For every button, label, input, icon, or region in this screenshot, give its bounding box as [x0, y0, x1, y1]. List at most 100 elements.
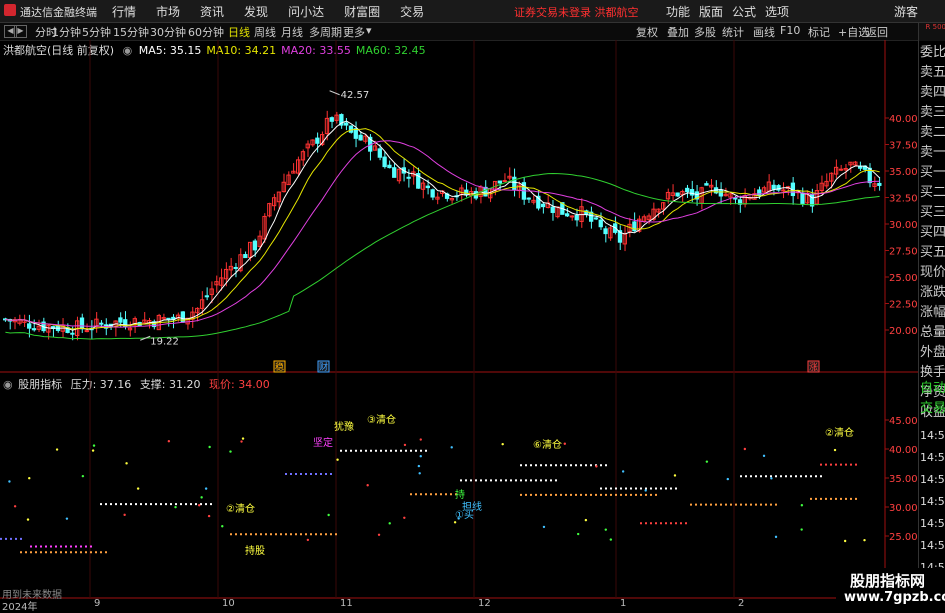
indicator-label-4: 持股 — [245, 544, 265, 557]
main-tick-5: 27.50 — [889, 247, 918, 258]
quote-field-3[interactable]: 卖三 — [920, 103, 945, 123]
indicator-dot — [762, 454, 766, 458]
candle-body — [377, 148, 382, 158]
candle-body — [348, 125, 354, 133]
candle-body — [406, 176, 411, 179]
quote-field-13[interactable]: 涨幅 — [920, 303, 945, 323]
candle-body — [502, 180, 507, 183]
indicator-dot — [388, 522, 391, 525]
indicator-dot — [204, 487, 208, 490]
candle-body — [598, 219, 603, 228]
ind-tick-1: 40.00 — [889, 445, 918, 456]
indicator-label-9: 担线 — [462, 500, 482, 513]
candle-body — [118, 317, 123, 323]
indicator-dot — [800, 528, 803, 531]
indicator-dot — [403, 516, 406, 519]
candle-body — [675, 192, 680, 197]
quote-field-2[interactable]: 卖四 — [920, 83, 945, 103]
ind-tick-4: 25.00 — [889, 532, 918, 543]
quote-field-11[interactable]: 现价 — [920, 263, 945, 283]
quote-field-5[interactable]: 卖一 — [920, 143, 945, 163]
ind-tick-2: 35.00 — [889, 474, 918, 485]
x-tick-5: 1 — [620, 598, 627, 609]
indicator-dot — [366, 484, 369, 487]
candle-body — [166, 317, 171, 320]
candle-body — [733, 197, 738, 200]
candle-body — [99, 322, 104, 325]
quote-field-9[interactable]: 买四 — [920, 223, 945, 243]
event-tag-0: 稳 — [275, 361, 284, 373]
indicator-label-2: 犹豫 — [334, 420, 354, 433]
indicator-dot — [167, 440, 171, 443]
indicator-label-1: 坚定 — [313, 436, 333, 449]
indicator-dot — [542, 525, 546, 529]
indicator-dot — [26, 518, 30, 521]
indicator-dot — [377, 533, 381, 536]
indicator-dot — [584, 518, 588, 522]
indicator-dot — [576, 532, 580, 536]
auto-trade-1[interactable]: 交易 — [920, 399, 945, 419]
x-tick-6: 2 — [738, 598, 745, 609]
indicator-label-0: ②清仓 — [226, 502, 255, 515]
candle-body — [315, 137, 320, 144]
app-window: 通达信金融终端 行情 市场 资讯 发现 问小达 财富圈 交易 证券交易未登录 洪都航空 功能… — [0, 0, 945, 613]
candle-body — [27, 323, 32, 329]
indicator-label-8: 持 — [455, 488, 465, 501]
indicator-dot — [136, 487, 140, 490]
candle-body — [800, 192, 805, 204]
quote-field-12[interactable]: 涨跌 — [920, 283, 945, 303]
quote-field-8[interactable]: 买三 — [920, 203, 945, 223]
indicator-dot — [770, 477, 773, 480]
indicator-dot — [604, 528, 607, 531]
indicator-dot — [65, 517, 69, 520]
indicator-dot — [833, 448, 837, 452]
candle-body — [84, 330, 89, 333]
indicator-dot — [327, 513, 330, 517]
high-leader — [329, 90, 340, 96]
candle-body — [233, 266, 238, 269]
trade-time-2: 14:56 — [920, 473, 945, 486]
quote-field-1[interactable]: 卖五 — [920, 63, 945, 83]
indicator-dot — [863, 538, 866, 542]
indicator-dot — [403, 443, 407, 447]
quote-field-6[interactable]: 买一 — [920, 163, 945, 183]
quote-field-15[interactable]: 外盘 — [920, 343, 945, 363]
x-tick-3: 11 — [340, 598, 353, 609]
candle-body — [771, 184, 776, 190]
main-tick-6: 25.00 — [889, 273, 918, 284]
indicator-dot — [81, 474, 85, 478]
indicator-dot — [92, 444, 96, 447]
indicator-dot — [240, 440, 243, 443]
event-tag-1: 财 — [319, 361, 328, 373]
indicator-dot — [55, 448, 59, 451]
candle-body — [382, 156, 387, 168]
indicator-dot — [229, 450, 232, 453]
indicator-label-3: ③清仓 — [367, 413, 396, 426]
event-tag-2: 涨 — [809, 362, 818, 373]
candle-body — [689, 189, 695, 196]
indicator-dot — [595, 465, 598, 468]
indicator-dot — [673, 474, 677, 477]
x-tick-0: 2024年 — [2, 602, 38, 613]
indicator-dot — [13, 505, 17, 508]
indicator-dot — [8, 480, 11, 483]
quote-field-0[interactable]: 委比 — [920, 43, 945, 63]
candle-body — [540, 203, 546, 208]
indicator-dot — [743, 447, 747, 451]
indicator-dot — [200, 496, 203, 499]
candle-body — [704, 183, 709, 186]
candle-body — [430, 189, 435, 198]
low-price-label: 19.22 — [150, 336, 179, 347]
quote-field-4[interactable]: 卖二 — [920, 123, 945, 143]
kline-chart[interactable]: ②清仓坚定犹豫③清仓持股①买⑥清仓②清仓持担线 40.0037.5035.003… — [0, 0, 918, 609]
main-tick-7: 22.50 — [889, 300, 918, 311]
quote-field-14[interactable]: 总量 — [920, 323, 945, 343]
candle-body — [425, 185, 430, 189]
candle-body — [569, 215, 575, 218]
candle-body — [838, 168, 844, 171]
candle-body — [464, 189, 469, 196]
quote-side-panel: R 500 委比 卖五 卖四 卖三 卖二 卖一 买一 买二 买三 买四 买五 现价 涨跌 涨幅 总量 外盘 换手… — [918, 23, 945, 609]
quote-field-10[interactable]: 买五 — [920, 243, 945, 263]
quote-field-7[interactable]: 买二 — [920, 183, 945, 203]
auto-trade-0[interactable]: 自动 — [920, 379, 945, 399]
